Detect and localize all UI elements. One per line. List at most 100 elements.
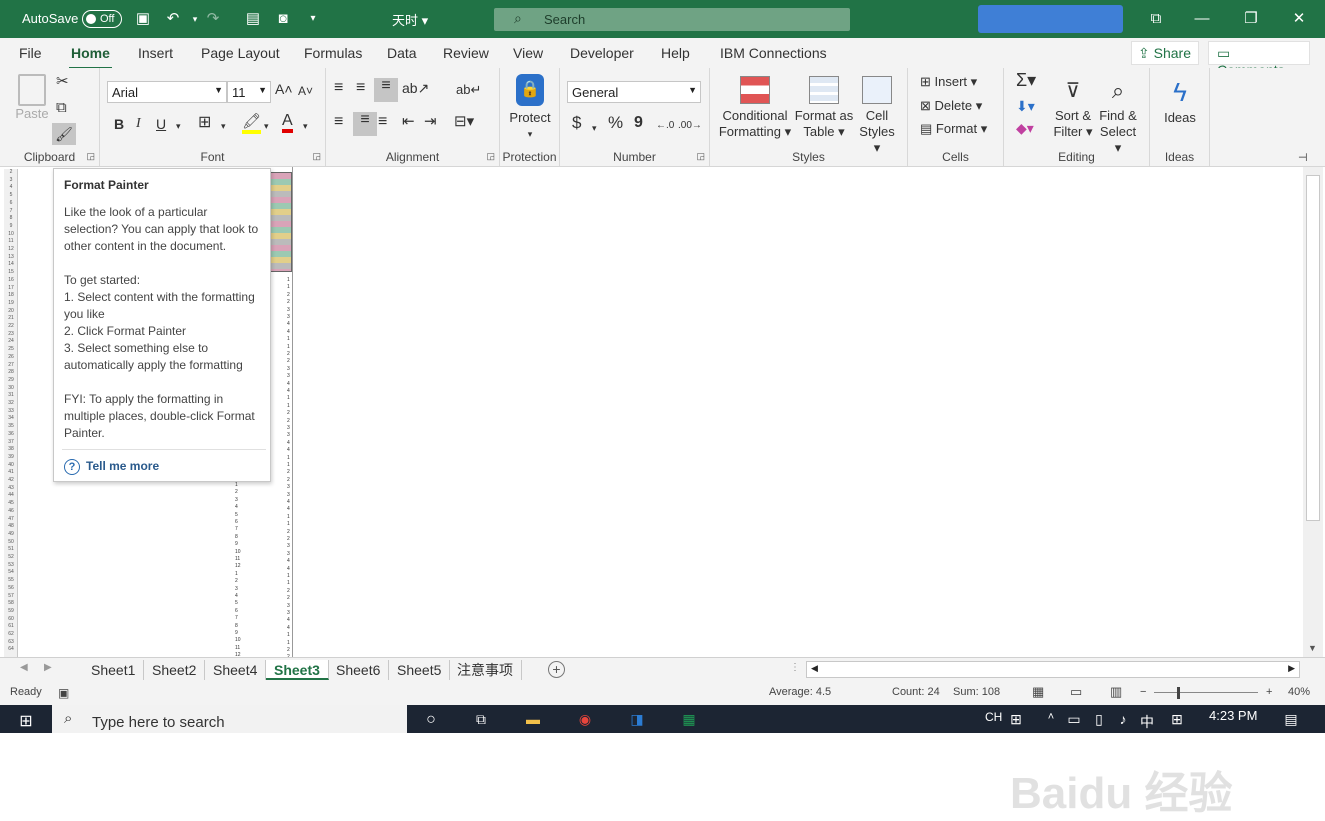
task-view-icon[interactable]: ⧉ bbox=[470, 711, 492, 731]
page-layout-view-icon[interactable]: ▭ bbox=[1070, 684, 1082, 700]
row-number[interactable]: 3 bbox=[4, 177, 18, 183]
font-size-combo[interactable]: 11 ▼ bbox=[227, 81, 271, 103]
undo-icon[interactable]: ↶ bbox=[162, 8, 184, 30]
cell-value[interactable]: 3 bbox=[287, 551, 290, 557]
cell-value[interactable]: 4 bbox=[287, 388, 290, 394]
italic-button[interactable]: I bbox=[136, 116, 141, 132]
sheet-tab-notes[interactable]: 注意事项 bbox=[449, 660, 522, 680]
chrome-icon[interactable]: ◉ bbox=[574, 711, 596, 731]
cell-value[interactable]: 4 bbox=[287, 617, 290, 623]
cell-value[interactable]: 3 bbox=[287, 366, 290, 372]
cell-value[interactable]: 2 bbox=[287, 588, 290, 594]
row-number[interactable]: 33 bbox=[4, 408, 18, 414]
save-icon[interactable]: ▣ bbox=[132, 8, 154, 30]
row-number[interactable]: 28 bbox=[4, 369, 18, 375]
number-format-combo[interactable]: General ▼ bbox=[567, 81, 701, 103]
row-number[interactable]: 52 bbox=[4, 554, 18, 560]
input-language[interactable]: CH bbox=[985, 710, 1002, 724]
scroll-left-icon[interactable]: ◀ bbox=[811, 663, 818, 674]
cell-value[interactable]: 2 bbox=[287, 418, 290, 424]
customize-qat-icon[interactable]: ▾ bbox=[302, 8, 324, 30]
row-number[interactable]: 15 bbox=[4, 269, 18, 275]
row-number[interactable]: 48 bbox=[4, 523, 18, 529]
cell-value[interactable]: 9 bbox=[235, 541, 238, 547]
tab-developer[interactable]: Developer bbox=[570, 45, 634, 61]
tab-page-layout[interactable]: Page Layout bbox=[201, 45, 280, 61]
keyboard-layout-icon[interactable]: ⊞ bbox=[1005, 711, 1027, 731]
sheet-tab-sheet5[interactable]: Sheet5 bbox=[389, 660, 451, 680]
row-number[interactable]: 29 bbox=[4, 377, 18, 383]
cell-value[interactable]: 3 bbox=[235, 497, 238, 503]
cell-value[interactable]: 4 bbox=[287, 447, 290, 453]
vertical-scroll-thumb[interactable] bbox=[1306, 175, 1320, 521]
row-number[interactable]: 6 bbox=[4, 200, 18, 206]
row-number[interactable]: 45 bbox=[4, 500, 18, 506]
row-number[interactable]: 13 bbox=[4, 254, 18, 260]
zoom-slider-thumb[interactable] bbox=[1177, 687, 1180, 699]
row-number[interactable]: 9 bbox=[4, 223, 18, 229]
fill-color-icon[interactable]: 🖍 bbox=[242, 114, 262, 134]
comma-button[interactable]: 9 bbox=[634, 115, 643, 131]
cell-value[interactable]: 1 bbox=[287, 277, 290, 283]
cell-value[interactable]: 6 bbox=[235, 519, 238, 525]
row-number[interactable]: 5 bbox=[4, 192, 18, 198]
row-number[interactable]: 50 bbox=[4, 539, 18, 545]
copy-icon[interactable]: ⧉ bbox=[56, 100, 67, 116]
sheet-tab-sheet1[interactable]: Sheet1 bbox=[83, 660, 145, 680]
merge-center-icon[interactable]: ⊟▾ bbox=[454, 114, 474, 130]
cell-value[interactable]: 4 bbox=[287, 558, 290, 564]
row-number[interactable]: 49 bbox=[4, 531, 18, 537]
next-sheet-icon[interactable]: ▶ bbox=[44, 662, 52, 673]
cell-value[interactable]: 1 bbox=[287, 573, 290, 579]
sheet-tab-sheet4[interactable]: Sheet4 bbox=[205, 660, 267, 680]
cell-value[interactable]: 2 bbox=[235, 489, 238, 495]
cell-value[interactable]: 1 bbox=[287, 521, 290, 527]
row-number[interactable]: 40 bbox=[4, 462, 18, 468]
scroll-down-icon[interactable]: ▼ bbox=[1308, 643, 1317, 653]
wrap-text-icon[interactable]: ab↵ bbox=[456, 82, 481, 98]
ime-mode[interactable]: 中 bbox=[1140, 712, 1154, 732]
cell-value[interactable]: 4 bbox=[235, 593, 238, 599]
camera-icon[interactable]: ◙ bbox=[272, 8, 294, 30]
find-select-button[interactable]: ⌕ Find & Select ▾ bbox=[1096, 74, 1140, 156]
row-number[interactable]: 54 bbox=[4, 569, 18, 575]
row-number[interactable]: 25 bbox=[4, 346, 18, 352]
cell-value[interactable]: 1 bbox=[287, 455, 290, 461]
cell-value[interactable]: 5 bbox=[235, 600, 238, 606]
cell-value[interactable]: 3 bbox=[287, 425, 290, 431]
row-number[interactable]: 58 bbox=[4, 600, 18, 606]
row-number[interactable]: 30 bbox=[4, 385, 18, 391]
cell-value[interactable]: 5 bbox=[235, 512, 238, 518]
row-number[interactable]: 41 bbox=[4, 469, 18, 475]
row-number[interactable]: 35 bbox=[4, 423, 18, 429]
cell-value[interactable]: 2 bbox=[287, 299, 290, 305]
cell-value[interactable]: 11 bbox=[235, 645, 240, 651]
cell-value[interactable]: 1 bbox=[287, 344, 290, 350]
cell-value[interactable]: 1 bbox=[287, 403, 290, 409]
comments-button[interactable]: ▭ Comments bbox=[1208, 41, 1310, 78]
cell-value[interactable]: 3 bbox=[287, 307, 290, 313]
currency-button[interactable]: $ bbox=[572, 114, 581, 131]
row-number[interactable]: 47 bbox=[4, 516, 18, 522]
alignment-launcher-icon[interactable]: ◲ bbox=[486, 151, 495, 162]
row-number[interactable]: 51 bbox=[4, 546, 18, 552]
row-number[interactable]: 55 bbox=[4, 577, 18, 583]
cell-value[interactable]: 6 bbox=[235, 608, 238, 614]
search-box[interactable]: ⌕ Search bbox=[494, 8, 850, 31]
row-number[interactable]: 23 bbox=[4, 331, 18, 337]
cell-value[interactable]: 2 bbox=[287, 529, 290, 535]
cell-styles-button[interactable]: Cell Styles ▾ bbox=[856, 76, 898, 156]
horizontal-scrollbar[interactable]: ◀ ▶ bbox=[806, 661, 1300, 678]
ribbon-display-icon[interactable]: ⧉ bbox=[1133, 6, 1179, 32]
row-number[interactable]: 8 bbox=[4, 215, 18, 221]
display-icon[interactable]: ▯ bbox=[1088, 711, 1110, 731]
align-right-icon[interactable]: ≡ bbox=[378, 114, 387, 130]
row-number[interactable]: 21 bbox=[4, 315, 18, 321]
file-explorer-icon[interactable]: ▬ bbox=[522, 711, 544, 731]
excel-taskbar-icon[interactable]: ▦ bbox=[678, 711, 700, 731]
cell-value[interactable]: 7 bbox=[235, 526, 238, 532]
row-number[interactable]: 34 bbox=[4, 415, 18, 421]
row-number[interactable]: 64 bbox=[4, 646, 18, 652]
cell-value[interactable]: 4 bbox=[287, 499, 290, 505]
row-number[interactable]: 24 bbox=[4, 338, 18, 344]
